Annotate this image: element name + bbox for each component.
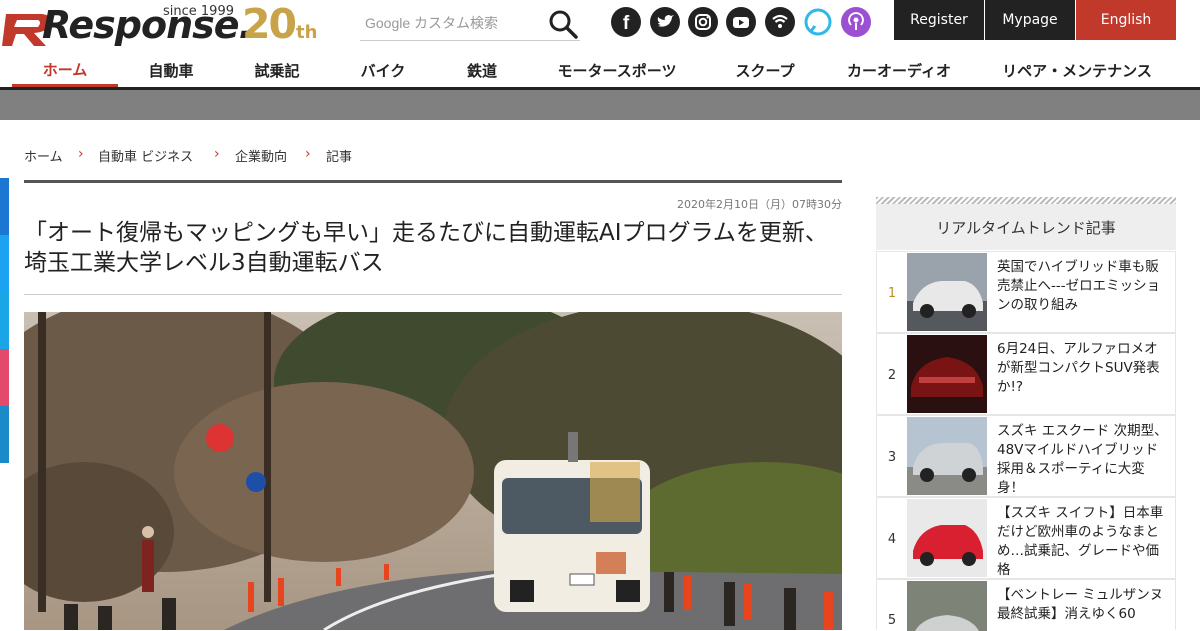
- search-icon: [549, 10, 578, 39]
- nav-car-audio[interactable]: カーオーディオ: [824, 54, 974, 87]
- svg-text:f: f: [623, 13, 630, 34]
- trend-thumbnail: [907, 581, 987, 631]
- site-logo[interactable]: Response. since 1999 20 th: [0, 0, 330, 48]
- trend-item[interactable]: 1 英国でハイブリッド車も販売禁止へ---ゼロエミッションの取り組み: [876, 251, 1176, 333]
- share-bar: [0, 178, 9, 463]
- trend-thumbnail: [907, 253, 987, 331]
- share-pocket-icon[interactable]: [0, 349, 9, 406]
- register-button[interactable]: Register: [894, 0, 984, 40]
- trend-title: 【ベントレー ミュルザンヌ 最終試乗】消えゆく60: [997, 587, 1164, 622]
- alexa-icon[interactable]: [803, 7, 833, 37]
- english-button[interactable]: English: [1076, 0, 1176, 40]
- breadcrumb-separator-icon: ›: [305, 146, 311, 162]
- trend-thumbnail: [907, 499, 987, 577]
- logo-anniversary-number: 20: [242, 0, 297, 48]
- trend-title: 英国でハイブリッド車も販売禁止へ---ゼロエミッションの取り組み: [997, 259, 1161, 313]
- twitter-icon[interactable]: [650, 7, 680, 37]
- article-date: 2020年2月10日（月）07時30分: [677, 198, 842, 211]
- trend-title: 6月24日、アルファロメオが新型コンパクトSUV発表か!?: [997, 341, 1160, 395]
- nav-railway[interactable]: 鉄道: [436, 54, 528, 87]
- rss-icon[interactable]: [765, 7, 795, 37]
- share-hatena-icon[interactable]: [0, 292, 9, 349]
- breadcrumb-home[interactable]: ホーム: [24, 146, 63, 165]
- trend-thumbnail: [907, 417, 987, 495]
- logo-since: since 1999: [163, 4, 234, 19]
- instagram-icon[interactable]: [688, 7, 718, 37]
- article-title: 「オート復帰もマッピングも早い」走るたびに自動運転AIプログラムを更新、埼玉工業…: [24, 220, 828, 276]
- breadcrumb-article: 記事: [326, 150, 353, 165]
- youtube-icon[interactable]: [726, 7, 756, 37]
- trend-rank: 2: [887, 367, 897, 383]
- trend-item[interactable]: 5 【ベントレー ミュルザンヌ 最終試乗】消えゆく60: [876, 579, 1176, 631]
- trend-rank: 3: [887, 449, 897, 465]
- trend-rank: 1: [887, 285, 897, 301]
- search-box: [360, 4, 580, 41]
- mypage-button[interactable]: Mypage: [985, 0, 1075, 40]
- trend-title: 【スズキ スイフト】日本車だけど欧州車のようなまとめ…試乗記、グレードや価格: [997, 505, 1164, 578]
- site-header: Response. since 1999 20 th f Register My…: [0, 0, 1200, 48]
- trend-thumbnail: [907, 335, 987, 413]
- sidebar-heading: リアルタイムトレンド記事: [876, 204, 1176, 250]
- nav-motorsports[interactable]: モータースポーツ: [528, 54, 706, 87]
- share-line-icon[interactable]: [0, 406, 9, 463]
- breadcrumb-separator-icon: ›: [214, 146, 220, 162]
- trend-sidebar: リアルタイムトレンド記事 1 英国でハイブリッド車も販売禁止へ---ゼロエミッシ…: [876, 197, 1176, 631]
- podcast-icon[interactable]: [841, 7, 871, 37]
- nav-repair-maintenance[interactable]: リペア・メンテナンス: [974, 54, 1180, 87]
- breadcrumb-car-business[interactable]: 自動車 ビジネス: [98, 146, 193, 165]
- title-divider: [24, 294, 842, 295]
- nav-scoop[interactable]: スクープ: [706, 54, 824, 87]
- ad-banner: [0, 90, 1200, 120]
- breadcrumb-separator-icon: ›: [78, 146, 84, 162]
- nav-home[interactable]: ホーム: [12, 54, 118, 87]
- share-facebook-icon[interactable]: [0, 178, 9, 235]
- search-input[interactable]: [365, 13, 545, 33]
- bus-photo-image: [24, 312, 842, 630]
- main-nav: ホーム 自動車 試乗記 バイク 鉄道 モータースポーツ スクープ カーオーディオ…: [0, 54, 1200, 90]
- breadcrumb-corporate-trends[interactable]: 企業動向: [235, 146, 287, 165]
- nav-cars[interactable]: 自動車: [118, 54, 224, 87]
- facebook-icon[interactable]: f: [611, 7, 641, 37]
- trend-item[interactable]: 3 スズキ エスクード 次期型、48Vマイルドハイブリッド採用＆スポーティに大変…: [876, 415, 1176, 497]
- share-twitter-icon[interactable]: [0, 235, 9, 292]
- trend-title: スズキ エスクード 次期型、48Vマイルドハイブリッド採用＆スポーティに大変身！: [997, 423, 1168, 496]
- trend-item[interactable]: 2 6月24日、アルファロメオが新型コンパクトSUV発表か!?: [876, 333, 1176, 415]
- article-top-rule: [24, 180, 842, 183]
- sidebar-stripe: [876, 197, 1176, 204]
- nav-bike[interactable]: バイク: [330, 54, 436, 87]
- trend-rank: 4: [887, 531, 897, 547]
- logo-anniversary-suffix: th: [296, 22, 318, 43]
- article-photo[interactable]: [24, 312, 842, 630]
- search-button[interactable]: [546, 7, 580, 41]
- nav-test-drive[interactable]: 試乗記: [224, 54, 330, 87]
- trend-item[interactable]: 4 【スズキ スイフト】日本車だけど欧州車のようなまとめ…試乗記、グレードや価格: [876, 497, 1176, 579]
- trend-rank: 5: [887, 613, 897, 628]
